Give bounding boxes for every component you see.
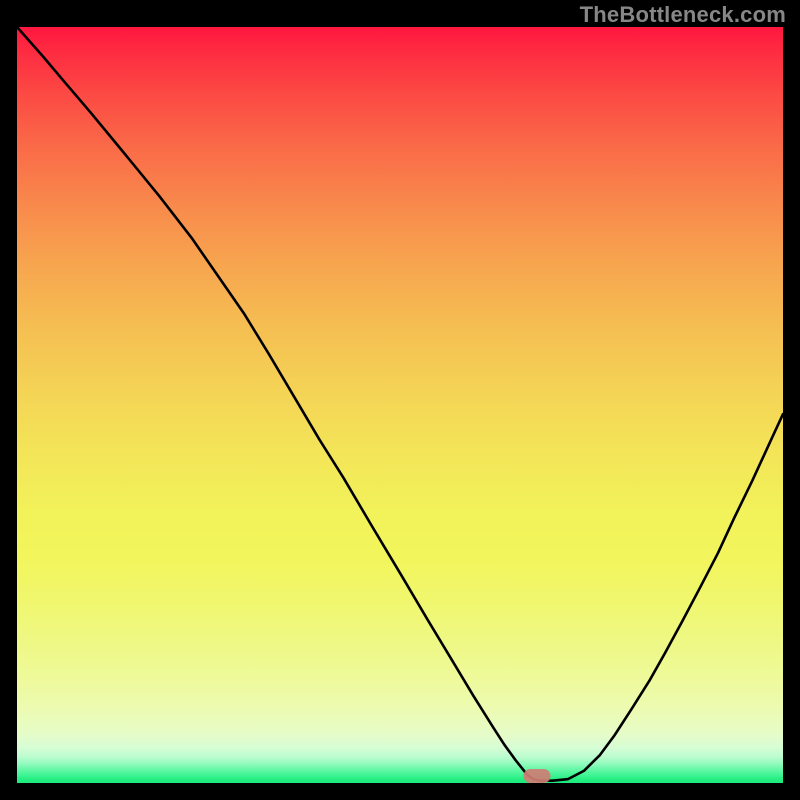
optimum-marker <box>524 769 551 783</box>
chart-frame: TheBottleneck.com <box>0 0 800 800</box>
watermark-text: TheBottleneck.com <box>580 2 786 28</box>
plot-area <box>17 27 783 783</box>
